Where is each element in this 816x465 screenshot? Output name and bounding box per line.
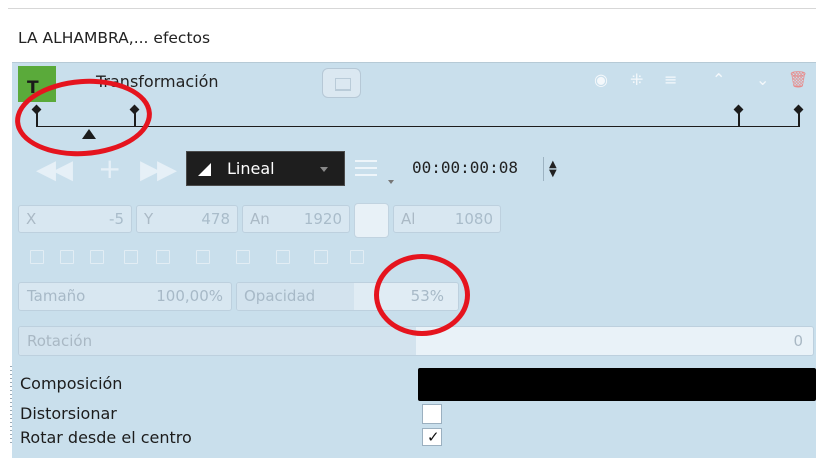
align-left-icon[interactable]	[30, 250, 44, 264]
timecode-input[interactable]: 00:00:00:08	[412, 158, 518, 177]
rotate-center-label: Rotar desde el centro	[20, 428, 192, 447]
rotation-label: Rotación	[27, 332, 93, 350]
x-label: X	[26, 210, 37, 228]
height-field[interactable]: Al 1080	[393, 205, 501, 233]
size-field[interactable]: Tamaño 100,00%	[18, 282, 232, 311]
chevron-down-icon[interactable]: ⌄	[756, 70, 769, 89]
y-value: 478	[201, 210, 230, 228]
timecode-separator	[543, 157, 544, 181]
effect-header-border	[12, 62, 816, 63]
align-right-icon[interactable]	[90, 250, 104, 264]
composition-label: Composición	[20, 374, 123, 393]
effect-preview-button[interactable]	[322, 68, 361, 98]
distort-checkbox[interactable]	[422, 404, 442, 424]
aspect-lock-button[interactable]	[354, 203, 389, 238]
menu-icon[interactable]: ≡	[664, 70, 677, 89]
keyframe-icon[interactable]: ⁜	[630, 70, 643, 89]
align-hcenter-icon[interactable]	[60, 250, 74, 264]
trash-icon[interactable]: 🗑	[788, 70, 808, 89]
add-keyframe-icon[interactable]: +	[98, 152, 122, 185]
height-value: 1080	[454, 210, 493, 228]
eye-icon[interactable]: ◉	[594, 70, 608, 89]
fit-width-icon[interactable]	[276, 250, 290, 264]
fill-frame-icon[interactable]	[350, 250, 364, 264]
size-label: Tamaño	[27, 287, 86, 305]
height-label: Al	[401, 210, 416, 228]
panel-top-border	[8, 8, 816, 9]
y-label: Y	[144, 210, 154, 228]
interpolation-value: Lineal	[227, 159, 275, 178]
interpolation-dropdown[interactable]: Lineal	[186, 151, 345, 186]
splitter-handle[interactable]	[10, 366, 12, 446]
rotate-center-checkbox[interactable]: ✓	[422, 428, 442, 446]
interpolation-linear-icon	[198, 163, 211, 176]
timecode-spin-icon[interactable]: ▲ ▼	[549, 160, 557, 179]
fit-height-icon[interactable]	[314, 250, 328, 264]
y-position-field[interactable]: Y 478	[136, 205, 238, 233]
annotation-circle-opacity	[374, 254, 470, 336]
fit-original-icon[interactable]	[236, 250, 250, 264]
align-top-icon[interactable]	[124, 250, 138, 264]
next-keyframe-icon[interactable]: ▶▶	[140, 155, 177, 185]
width-field[interactable]: An 1920	[242, 205, 350, 233]
opacity-label: Opacidad	[244, 287, 316, 305]
align-bottom-icon[interactable]	[196, 250, 210, 264]
chevron-up-icon[interactable]: ⌃	[712, 70, 725, 89]
width-label: An	[250, 210, 270, 228]
effects-panel-title: LA ALHAMBRA,... efectos	[18, 29, 211, 47]
align-vcenter-icon[interactable]	[156, 250, 170, 264]
rotation-value: 0	[793, 332, 803, 350]
distort-label: Distorsionar	[20, 404, 117, 423]
chevron-down-icon	[320, 167, 328, 172]
size-value: 100,00%	[156, 287, 223, 305]
previous-keyframe-icon[interactable]: ◀◀	[36, 155, 73, 185]
caret-down-icon	[388, 180, 394, 184]
x-position-field[interactable]: X -5	[18, 205, 132, 233]
x-value: -5	[109, 210, 124, 228]
width-value: 1920	[303, 210, 342, 228]
keyframe-options-icon[interactable]	[355, 160, 377, 181]
check-icon: ✓	[427, 428, 440, 446]
composition-dropdown[interactable]	[418, 368, 816, 401]
keyframe-timeline[interactable]	[36, 126, 800, 127]
